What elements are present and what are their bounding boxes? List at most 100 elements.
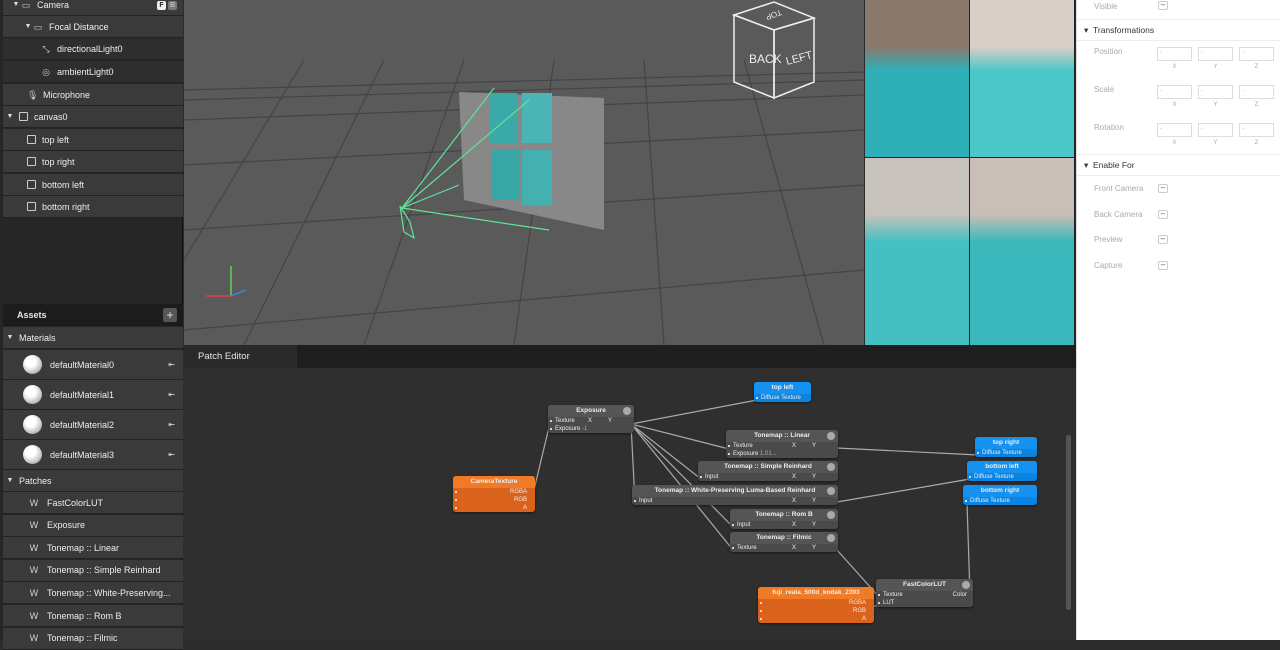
cube-face-top[interactable]: TOP bbox=[764, 8, 782, 22]
patch-item[interactable]: 𝖶 FastColorLUT bbox=[3, 492, 183, 514]
materials-header[interactable]: ▼ Materials bbox=[3, 327, 183, 349]
enable-back-camera-checkbox[interactable]: – bbox=[1158, 209, 1168, 219]
input-port[interactable]: Diffuse Texture bbox=[754, 394, 811, 402]
link-icon[interactable]: ⇤ bbox=[168, 390, 175, 399]
input-port[interactable]: Texture X Y bbox=[726, 442, 838, 450]
patches-header[interactable]: ▼ Patches bbox=[3, 470, 183, 492]
scene-item-top-right[interactable]: top right bbox=[3, 151, 183, 173]
input-port[interactable]: Texture Color bbox=[876, 591, 973, 599]
output-port[interactable]: A bbox=[453, 504, 535, 512]
front-badge[interactable]: F bbox=[157, 1, 166, 10]
input-port[interactable]: Exposure -1 bbox=[548, 425, 634, 433]
rectangle-icon bbox=[27, 157, 36, 166]
scene-item-focal-distance[interactable]: ▼ ▭ Focal Distance bbox=[3, 16, 183, 38]
patch-node-white[interactable]: Tonemap :: White-Preserving Luma-Based R… bbox=[632, 485, 838, 505]
gear-icon[interactable] bbox=[623, 407, 631, 415]
patch-node-romb[interactable]: Tonemap :: Rom B Input X Y bbox=[730, 509, 838, 529]
position-x-field[interactable]: - bbox=[1157, 47, 1192, 61]
input-port[interactable]: Texture X Y bbox=[548, 417, 634, 425]
gear-icon[interactable] bbox=[962, 581, 970, 589]
assets-header: Assets + bbox=[3, 304, 183, 326]
gear-icon[interactable] bbox=[827, 511, 835, 519]
output-port[interactable]: RGBA bbox=[453, 488, 535, 496]
material-item[interactable]: defaultMaterial2 ⇤ bbox=[3, 410, 183, 440]
input-port[interactable]: Input X Y bbox=[632, 497, 838, 505]
patch-node-reinhard[interactable]: Tonemap :: Simple Reinhard Input X Y bbox=[698, 461, 838, 481]
scene-item-top-left[interactable]: top left bbox=[3, 129, 183, 151]
scene-item-camera[interactable]: ▼ ▭ Camera F B bbox=[3, 0, 183, 16]
patch-node-top-right[interactable]: top right Diffuse Texture bbox=[975, 437, 1037, 457]
output-port[interactable]: RGB bbox=[758, 607, 874, 615]
cube-face-left[interactable]: LEFT bbox=[785, 49, 814, 68]
patch-node-top-left[interactable]: top left Diffuse Texture bbox=[754, 382, 811, 402]
rotation-x-field[interactable]: - bbox=[1157, 123, 1192, 137]
patch-item[interactable]: 𝖶 Tonemap :: Simple Reinhard bbox=[3, 559, 183, 582]
scene-item-canvas[interactable]: ▼ canvas0 bbox=[3, 106, 183, 128]
link-icon[interactable]: ⇤ bbox=[168, 420, 175, 429]
enable-capture-checkbox[interactable]: – bbox=[1158, 260, 1168, 270]
scene-viewport[interactable]: BACK LEFT TOP bbox=[184, 0, 864, 345]
input-port[interactable]: Diffuse Texture bbox=[967, 473, 1037, 481]
link-icon[interactable]: ⇤ bbox=[168, 450, 175, 459]
input-port[interactable]: Exposure 1.01... bbox=[726, 450, 838, 458]
scene-item-directional-light[interactable]: ⤡ directionalLight0 bbox=[3, 38, 183, 60]
patch-node-linear[interactable]: Tonemap :: Linear Texture X Y Exposure 1.01.… bbox=[726, 430, 838, 458]
gear-icon[interactable] bbox=[827, 432, 835, 440]
enable-front-camera-checkbox[interactable]: – bbox=[1158, 184, 1168, 193]
scale-z-field[interactable]: - bbox=[1239, 85, 1274, 99]
scale-x-field[interactable]: - bbox=[1157, 85, 1192, 99]
patch-node-exposure[interactable]: Exposure Texture X Y Exposure -1 bbox=[548, 405, 634, 433]
gear-icon[interactable] bbox=[827, 463, 835, 471]
material-item[interactable]: defaultMaterial3 ⇤ bbox=[3, 440, 183, 470]
scene-item-bottom-left[interactable]: bottom left bbox=[3, 174, 183, 196]
material-item[interactable]: defaultMaterial0 ⇤ bbox=[3, 350, 183, 380]
input-port[interactable]: LUT bbox=[876, 599, 973, 607]
patch-item[interactable]: 𝖶 Exposure bbox=[3, 514, 183, 537]
patch-node-bottom-left[interactable]: bottom left Diffuse Texture bbox=[967, 461, 1037, 481]
back-badge[interactable]: B bbox=[168, 1, 177, 10]
cube-face-back[interactable]: BACK bbox=[749, 52, 782, 66]
input-port[interactable]: Input X Y bbox=[698, 473, 838, 481]
left-panel: ▼ ▭ Camera F B ▼ ▭ Focal Distance ⤡ directional… bbox=[0, 0, 183, 650]
patch-node-fastlut[interactable]: FastColorLUT Texture Color LUT bbox=[876, 579, 973, 607]
position-y-field[interactable]: - bbox=[1198, 47, 1233, 61]
enable-preview-checkbox[interactable]: – bbox=[1158, 235, 1168, 244]
input-port[interactable]: Diffuse Texture bbox=[963, 497, 1037, 505]
gear-icon[interactable] bbox=[827, 487, 835, 495]
scene-item-ambient-light[interactable]: ◎ ambientLight0 bbox=[3, 61, 183, 83]
transformations-header[interactable]: ▾ Transformations bbox=[1077, 19, 1280, 41]
patch-item[interactable]: 𝖶 Tonemap :: White-Preserving... bbox=[3, 582, 183, 605]
patch-node-bottom-right[interactable]: bottom right Diffuse Texture bbox=[963, 485, 1037, 505]
patch-item[interactable]: 𝖶 Tonemap :: Filmic bbox=[3, 627, 183, 650]
output-port[interactable]: RGB bbox=[453, 496, 535, 504]
material-item[interactable]: defaultMaterial1 ⇤ bbox=[3, 380, 183, 410]
input-port[interactable]: Diffuse Texture bbox=[975, 449, 1037, 457]
scene-item-bottom-right[interactable]: bottom right bbox=[3, 196, 183, 218]
patch-node-lut-tex[interactable]: fuji_reala_500d_kodak_2393 RGBA RGB A bbox=[758, 587, 874, 623]
rectangle-icon bbox=[27, 202, 36, 211]
output-port[interactable]: RGBA bbox=[758, 599, 874, 607]
patch-icon: 𝖶 bbox=[29, 542, 39, 553]
patch-icon: 𝖶 bbox=[29, 610, 39, 621]
link-icon[interactable]: ⇤ bbox=[168, 360, 175, 369]
focal-distance-icon: ▭ bbox=[33, 21, 43, 32]
patch-item[interactable]: 𝖶 Tonemap :: Rom B bbox=[3, 605, 183, 627]
patch-editor[interactable]: Patch Editor top left Diffuse Texture top … bbox=[183, 345, 1076, 640]
rotation-y-field[interactable]: - bbox=[1198, 123, 1233, 137]
scene-item-microphone[interactable]: 🎙 Microphone bbox=[3, 84, 183, 106]
scale-y-field[interactable]: - bbox=[1198, 85, 1233, 99]
input-port[interactable]: Texture X Y bbox=[730, 544, 838, 552]
patch-node-camera[interactable]: CameraTexture RGBA RGB A bbox=[453, 476, 535, 512]
gear-icon[interactable] bbox=[827, 534, 835, 542]
visible-checkbox[interactable]: – bbox=[1158, 1, 1168, 10]
output-port[interactable]: A bbox=[758, 615, 874, 623]
patch-item[interactable]: 𝖶 Tonemap :: Linear bbox=[3, 537, 183, 560]
add-asset-button[interactable]: + bbox=[163, 308, 177, 322]
patch-node-filmic[interactable]: Tonemap :: Filmic Texture X Y bbox=[730, 532, 838, 552]
rotation-z-field[interactable]: - bbox=[1239, 123, 1274, 137]
position-z-field[interactable]: - bbox=[1239, 47, 1274, 61]
directional-light-icon: ⤡ bbox=[42, 43, 50, 54]
input-port[interactable]: Input X Y bbox=[730, 521, 838, 529]
enable-for-header[interactable]: ▾ Enable For bbox=[1077, 154, 1280, 176]
patch-icon: 𝖶 bbox=[29, 565, 39, 576]
